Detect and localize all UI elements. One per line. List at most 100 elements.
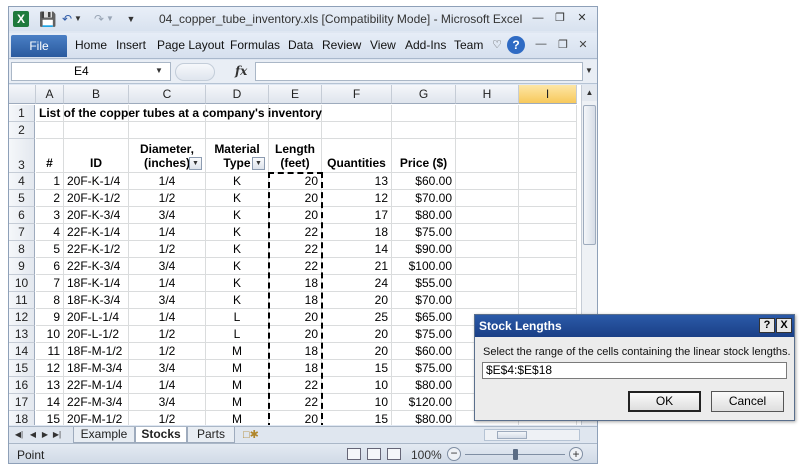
cell-length[interactable]: 22 bbox=[269, 394, 322, 411]
cancel-button[interactable]: Cancel bbox=[711, 391, 784, 412]
tab-insert[interactable]: Insert bbox=[116, 38, 146, 52]
row-header-14[interactable]: 14 bbox=[9, 343, 35, 360]
cell-quantity[interactable]: 25 bbox=[322, 309, 392, 326]
cell-tube-id[interactable]: 18F-M-3/4 bbox=[64, 360, 129, 377]
cell-diameter[interactable]: 1/4 bbox=[129, 173, 206, 190]
dialog-help-button[interactable]: ? bbox=[759, 318, 775, 333]
cell-material-type[interactable]: L bbox=[206, 309, 269, 326]
name-box-dropdown-icon[interactable]: ▼ bbox=[155, 66, 163, 75]
cell-quantity[interactable]: 18 bbox=[322, 224, 392, 241]
vertical-scroll-thumb[interactable] bbox=[583, 105, 596, 245]
column-header-g[interactable]: G bbox=[392, 85, 456, 104]
cell-tube-id[interactable]: 18F-K-3/4 bbox=[64, 292, 129, 309]
column-header-a[interactable]: A bbox=[36, 85, 64, 104]
header-price[interactable]: Price ($) bbox=[392, 139, 456, 173]
cell-diameter[interactable]: 1/2 bbox=[129, 343, 206, 360]
cell[interactable] bbox=[206, 122, 269, 139]
first-sheet-icon[interactable]: ◀| bbox=[13, 428, 25, 441]
cell-material-type[interactable]: K bbox=[206, 190, 269, 207]
cell-length[interactable]: 20 bbox=[269, 326, 322, 343]
cell-diameter[interactable]: 3/4 bbox=[129, 207, 206, 224]
row-header-17[interactable]: 17 bbox=[9, 394, 35, 411]
cell-tube-id[interactable]: 20F-K-3/4 bbox=[64, 207, 129, 224]
cell-quantity[interactable]: 14 bbox=[322, 241, 392, 258]
cell-diameter[interactable]: 3/4 bbox=[129, 292, 206, 309]
cell[interactable] bbox=[519, 275, 577, 292]
cell[interactable] bbox=[129, 122, 206, 139]
cell-length[interactable]: 20 bbox=[269, 173, 322, 190]
cell[interactable] bbox=[456, 105, 519, 122]
scroll-up-icon[interactable]: ▲ bbox=[582, 85, 597, 101]
dialog-title-bar[interactable]: Stock Lengths ? X bbox=[475, 315, 794, 337]
workbook-close-icon[interactable]: ✕ bbox=[575, 38, 591, 51]
cell[interactable] bbox=[322, 122, 392, 139]
minimize-ribbon-icon[interactable]: ♡ bbox=[489, 38, 505, 51]
cell-length[interactable]: 20 bbox=[269, 411, 322, 425]
cell-quantity[interactable]: 20 bbox=[322, 326, 392, 343]
cell-price[interactable]: $80.00 bbox=[392, 377, 456, 394]
cell-tube-id[interactable]: 18F-K-1/4 bbox=[64, 275, 129, 292]
cell-diameter[interactable]: 3/4 bbox=[129, 258, 206, 275]
cell-tube-id[interactable]: 22F-M-1/4 bbox=[64, 377, 129, 394]
cell-material-type[interactable]: M bbox=[206, 377, 269, 394]
row-header-6[interactable]: 6 bbox=[9, 207, 35, 224]
cell-material-type[interactable]: M bbox=[206, 343, 269, 360]
cell-length[interactable]: 22 bbox=[269, 241, 322, 258]
cell-length[interactable]: 22 bbox=[269, 258, 322, 275]
cell-length[interactable]: 18 bbox=[269, 275, 322, 292]
workbook-minimize-icon[interactable]: — bbox=[533, 38, 549, 50]
cell-diameter[interactable]: 1/2 bbox=[129, 326, 206, 343]
row-header-3[interactable]: 3 bbox=[9, 139, 35, 173]
cell-tube-id[interactable]: 20F-L-1/2 bbox=[64, 326, 129, 343]
zoom-level[interactable]: 100% bbox=[411, 448, 442, 462]
cell-tube-id[interactable]: 22F-M-3/4 bbox=[64, 394, 129, 411]
row-header-15[interactable]: 15 bbox=[9, 360, 35, 377]
tab-home[interactable]: Home bbox=[75, 38, 107, 52]
cell-quantity[interactable]: 13 bbox=[322, 173, 392, 190]
dialog-close-button[interactable]: X bbox=[776, 318, 792, 333]
cell-row-number[interactable]: 7 bbox=[36, 275, 64, 292]
row-header-8[interactable]: 8 bbox=[9, 241, 35, 258]
close-button[interactable]: ✕ bbox=[573, 10, 591, 26]
cell-quantity[interactable]: 10 bbox=[322, 377, 392, 394]
column-header-b[interactable]: B bbox=[64, 85, 129, 104]
cell-price[interactable]: $70.00 bbox=[392, 292, 456, 309]
cell[interactable] bbox=[269, 122, 322, 139]
cell-price[interactable]: $80.00 bbox=[392, 411, 456, 425]
undo-dropdown-icon[interactable]: ▼ bbox=[73, 11, 83, 27]
tab-team[interactable]: Team bbox=[454, 38, 483, 52]
excel-app-icon[interactable]: X bbox=[13, 11, 29, 27]
row-header-18[interactable]: 18 bbox=[9, 411, 35, 425]
cell[interactable] bbox=[64, 122, 129, 139]
cell[interactable] bbox=[519, 224, 577, 241]
cell-material-type[interactable]: K bbox=[206, 224, 269, 241]
column-header-i[interactable]: I bbox=[519, 85, 577, 104]
column-header-d[interactable]: D bbox=[206, 85, 269, 104]
cell-tube-id[interactable]: 22F-K-1/4 bbox=[64, 224, 129, 241]
formula-bar-resize-handle[interactable] bbox=[175, 63, 215, 81]
tab-add-ins[interactable]: Add-Ins bbox=[405, 38, 446, 52]
cell-row-number[interactable]: 3 bbox=[36, 207, 64, 224]
customize-quick-access-icon[interactable]: ▼ bbox=[125, 11, 137, 27]
column-header-h[interactable]: H bbox=[456, 85, 519, 104]
cell-row-number[interactable]: 2 bbox=[36, 190, 64, 207]
normal-view-icon[interactable] bbox=[347, 448, 361, 460]
last-sheet-icon[interactable]: ▶| bbox=[51, 428, 63, 441]
cell[interactable] bbox=[519, 190, 577, 207]
cell[interactable] bbox=[519, 241, 577, 258]
cell-price[interactable]: $75.00 bbox=[392, 360, 456, 377]
cell-row-number[interactable]: 11 bbox=[36, 343, 64, 360]
next-sheet-icon[interactable]: ▶ bbox=[39, 428, 51, 441]
zoom-in-button[interactable]: + bbox=[569, 447, 583, 461]
horizontal-scroll-thumb[interactable] bbox=[497, 431, 527, 439]
header-length[interactable]: Length (feet) bbox=[269, 139, 322, 173]
cell-price[interactable]: $75.00 bbox=[392, 326, 456, 343]
formula-input[interactable] bbox=[255, 62, 583, 81]
row-header-11[interactable]: 11 bbox=[9, 292, 35, 309]
header-id[interactable]: ID bbox=[64, 139, 129, 173]
cell-tube-id[interactable]: 20F-M-1/2 bbox=[64, 411, 129, 425]
cell[interactable] bbox=[36, 122, 64, 139]
row-header-16[interactable]: 16 bbox=[9, 377, 35, 394]
cell-length[interactable]: 20 bbox=[269, 309, 322, 326]
sheet-tab-stocks[interactable]: Stocks bbox=[135, 427, 187, 443]
